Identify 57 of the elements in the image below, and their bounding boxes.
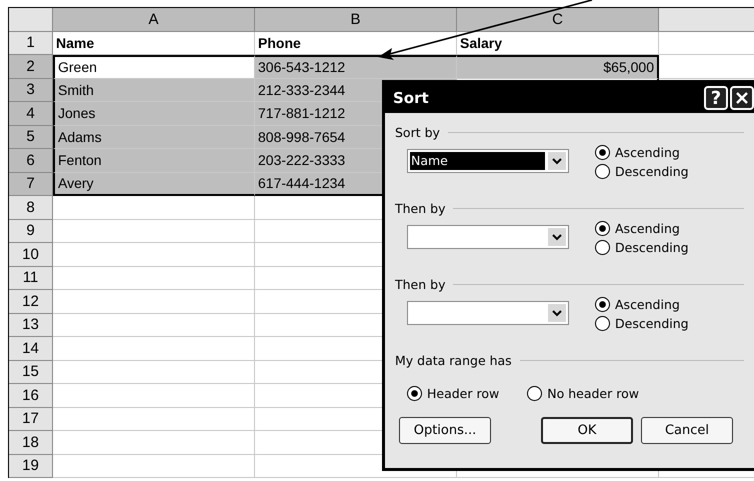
help-button[interactable]: ? [704, 86, 728, 110]
table-cell: Avery [53, 172, 255, 196]
radio-option[interactable]: Descending [595, 316, 689, 331]
table-cell: Salary [457, 32, 659, 55]
table-cell: Jones [53, 102, 255, 126]
dropdown-field[interactable] [407, 225, 569, 249]
column-header[interactable] [659, 8, 754, 32]
table-cell: Phone [255, 32, 457, 55]
close-button[interactable] [730, 86, 754, 110]
column-header[interactable]: A [53, 8, 255, 32]
row-header[interactable]: 14 [9, 337, 53, 360]
group-label: Then by [395, 200, 446, 216]
dialog-button[interactable]: OK [541, 417, 633, 444]
row-header[interactable]: 4 [9, 102, 53, 126]
table-cell: Fenton [53, 149, 255, 172]
row-header[interactable]: 9 [9, 220, 53, 243]
radio-option[interactable]: Ascending [595, 145, 689, 160]
row-header[interactable]: 16 [9, 384, 53, 408]
table-cell: $65,000 [457, 55, 659, 78]
close-icon [735, 91, 749, 105]
radio-option[interactable]: Descending [595, 164, 689, 179]
dropdown-field[interactable] [407, 301, 569, 325]
row-header[interactable]: 8 [9, 196, 53, 220]
row-header[interactable]: 17 [9, 408, 53, 431]
row-header[interactable]: 2 [9, 55, 53, 78]
row-header[interactable]: 7 [9, 172, 53, 196]
row-header[interactable]: 1 [9, 32, 53, 55]
table-cell: Green [53, 55, 255, 78]
radio-option[interactable]: Header row [407, 379, 500, 407]
radio-option[interactable]: Descending [595, 240, 689, 255]
radio-option[interactable]: Ascending [595, 221, 689, 236]
row-header[interactable]: 10 [9, 243, 53, 266]
column-header[interactable]: C [457, 8, 659, 32]
radio-option[interactable]: Ascending [595, 297, 689, 312]
table-cell: Adams [53, 126, 255, 149]
dropdown-field[interactable]: Name [407, 149, 569, 173]
row-header[interactable]: 15 [9, 360, 53, 384]
row-header[interactable]: 6 [9, 149, 53, 172]
row-header[interactable]: 13 [9, 314, 53, 337]
dialog-button[interactable]: Cancel [641, 417, 733, 444]
row-header[interactable]: 3 [9, 78, 53, 102]
dropdown-value: Name [410, 152, 545, 170]
row-header[interactable]: 5 [9, 126, 53, 149]
corner-cell[interactable] [9, 8, 53, 32]
group-label: Then by [395, 276, 446, 292]
radio-option[interactable]: No header row [527, 379, 639, 407]
table-cell: Smith [53, 78, 255, 102]
dialog-button[interactable]: Options... [399, 417, 491, 444]
row-header[interactable]: 19 [9, 454, 53, 478]
table-cell: 306-543-1212 [255, 55, 457, 78]
group-label: Sort by [395, 124, 440, 140]
group-label: My data range has [395, 352, 512, 368]
row-header[interactable]: 18 [9, 431, 53, 454]
column-header[interactable]: B [255, 8, 457, 32]
table-cell: Name [53, 32, 255, 55]
row-header[interactable]: 11 [9, 266, 53, 290]
row-header[interactable]: 12 [9, 290, 53, 314]
